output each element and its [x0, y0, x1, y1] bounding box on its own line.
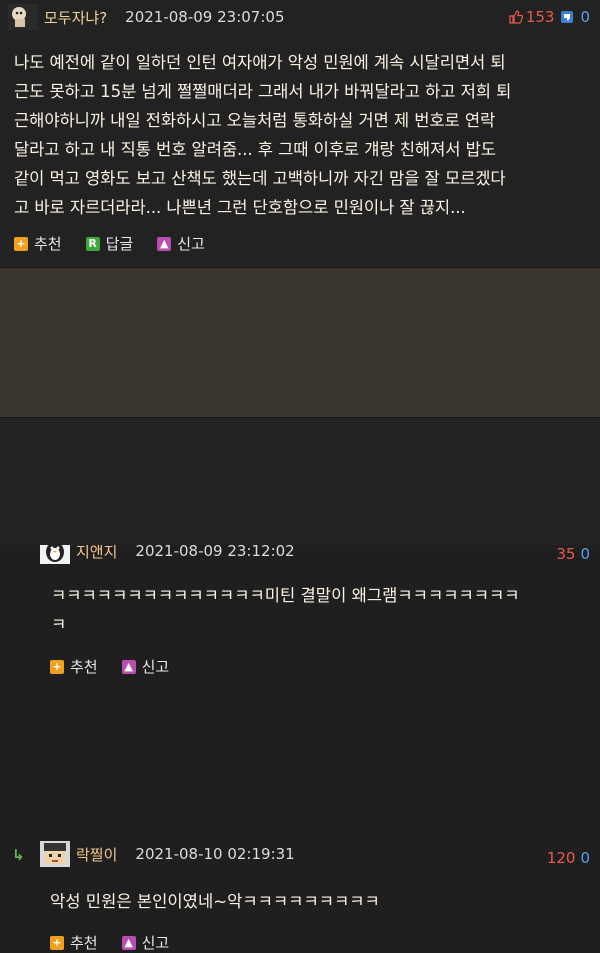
nickname[interactable]: 락찔이 — [76, 844, 117, 865]
reply-r-icon: R — [85, 236, 100, 251]
comment-actions: + 추천 ▲ 신고 — [50, 932, 193, 953]
downvote-count: 0 — [580, 8, 590, 26]
report-button[interactable]: ▲ 신고 — [157, 233, 205, 254]
report-icon: ▲ — [121, 935, 136, 950]
report-icon: ▲ — [121, 659, 136, 674]
plus-icon: + — [50, 935, 64, 950]
comment-line: 고 바로 자르더라라... 나쁜년 그런 단호함으로 민원이나 잘 끊지... — [14, 198, 466, 217]
recommend-label: 추천 — [70, 934, 98, 952]
comment-body: 악성 민원은 본인이였네~악ㅋㅋㅋㅋㅋㅋㅋㅋㅋ — [50, 887, 590, 916]
recommend-label: 추천 — [70, 658, 98, 676]
reply-arrow-icon: ↳ — [12, 846, 25, 864]
comment-line: 같이 먹고 영화도 보고 산책도 했는데 고백하니까 자긴 맘을 잘 모르겠다 — [14, 169, 506, 188]
upvote-count: 120 — [546, 849, 576, 867]
recommend-button[interactable]: + 추천 — [14, 233, 62, 254]
comment-line: ㅋ — [51, 615, 67, 634]
upvote-count: 153 — [525, 8, 555, 26]
report-icon: ▲ — [157, 236, 172, 251]
report-button[interactable]: ▲ 신고 — [121, 932, 170, 953]
comment-1: 모두자냐? 2021-08-09 23:07:05 153 0 나도 예전에 같… — [0, 0, 600, 267]
recommend-button[interactable]: + 추천 — [50, 932, 98, 953]
nickname[interactable]: 모두자냐? — [44, 7, 107, 28]
comment-line: 악성 민원은 본인이였네~악ㅋㅋㅋㅋㅋㅋㅋㅋㅋ — [50, 892, 380, 911]
comment-line: 달라고 하고 내 직통 번호 알려줌... 후 그때 이후로 걔랑 친해져서 밥… — [14, 140, 496, 159]
report-label: 신고 — [141, 658, 170, 676]
comment-1-header: 모두자냐? 2021-08-09 23:07:05 — [8, 4, 284, 30]
comment-3: ↳ 락찔이 2021-08-10 02:19:31 120 0 악성 민원은 본… — [0, 417, 600, 952]
downvote-count: 0 — [580, 545, 590, 563]
comment-actions: + 추천 ▲ 신고 — [50, 656, 193, 677]
comment-line: 근해야하니까 내일 전화하시고 오늘처럼 통화하실 거면 제 번호로 연락 — [14, 111, 496, 130]
comment-line: 근도 못하고 15분 넘게 쩔쩔매더라 그래서 내가 바꿔달라고 하고 저희 퇴 — [14, 82, 512, 101]
cartoon-avatar-icon[interactable] — [8, 4, 38, 30]
downvote-count: 0 — [580, 849, 590, 867]
plus-icon: + — [50, 659, 64, 674]
vote-counts: 120 0 — [547, 849, 590, 867]
recommend-label: 추천 — [34, 235, 62, 253]
comment-body: ㅋㅋㅋㅋㅋㅋㅋㅋㅋㅋㅋㅋㅋㅋ미틴 결말이 왜그램ㅋㅋㅋㅋㅋㅋㅋㅋ ㅋ — [51, 581, 591, 639]
report-label: 신고 — [177, 235, 205, 253]
plus-icon: + — [14, 236, 28, 251]
comment-line: ㅋㅋㅋㅋㅋㅋㅋㅋㅋㅋㅋㅋㅋㅋ미틴 결말이 왜그램ㅋㅋㅋㅋㅋㅋㅋㅋ — [51, 586, 520, 605]
timestamp: 2021-08-10 02:19:31 — [135, 845, 295, 863]
reply-label: 답글 — [105, 235, 134, 253]
pixel-face-avatar-icon[interactable] — [40, 841, 70, 867]
comment-actions: + 추천 R 답글 ▲ 신고 — [14, 233, 229, 254]
comment-2: 지앤지 2021-08-09 23:12:02 35 0 ㅋㅋㅋㅋㅋㅋㅋㅋㅋㅋㅋ… — [0, 267, 600, 676]
thumb-up-icon[interactable] — [509, 10, 523, 24]
reply-button[interactable]: R 답글 — [85, 233, 134, 254]
report-label: 신고 — [141, 934, 170, 952]
comment-line: 나도 예전에 같이 일하던 인턴 여자애가 악성 민원에 계속 시달리면서 퇴 — [14, 53, 506, 72]
comment-body: 나도 예전에 같이 일하던 인턴 여자애가 악성 민원에 계속 시달리면서 퇴 … — [14, 48, 594, 222]
thumb-down-icon[interactable] — [560, 10, 574, 24]
vote-counts: 153 0 — [509, 8, 590, 26]
report-button[interactable]: ▲ 신고 — [121, 656, 170, 677]
vote-counts: 35 0 — [556, 545, 590, 563]
comment-3-header: 락찔이 2021-08-10 02:19:31 — [40, 841, 295, 867]
recommend-button[interactable]: + 추천 — [50, 656, 98, 677]
timestamp: 2021-08-09 23:07:05 — [125, 8, 285, 26]
upvote-count: 35 — [556, 545, 576, 563]
